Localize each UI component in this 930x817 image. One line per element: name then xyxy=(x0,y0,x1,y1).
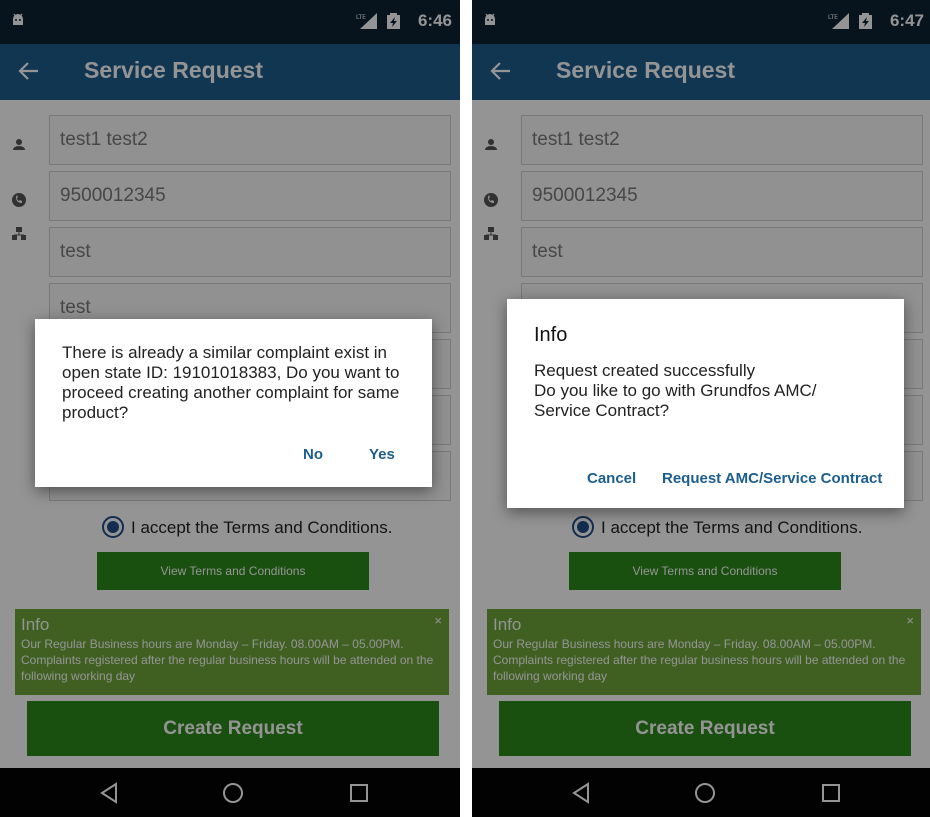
dialog-message-line2: Do you like to go with Grundfos AMC/ Ser… xyxy=(534,381,817,420)
no-button[interactable]: No xyxy=(303,446,323,463)
request-amc-button[interactable]: Request AMC/Service Contract xyxy=(662,470,882,487)
left-screen: LTE 6:46 Service Request test1 test2 950… xyxy=(0,0,460,817)
dialog-message-line1: Request created successfully xyxy=(534,361,756,380)
dialog-title: Info xyxy=(534,324,568,346)
right-screen: LTE 6:47 Service Request test1 test2 950… xyxy=(472,0,930,817)
yes-button[interactable]: Yes xyxy=(369,446,395,463)
info-dialog: Info Request created successfully Do you… xyxy=(507,299,904,508)
cancel-button[interactable]: Cancel xyxy=(587,470,636,487)
dialog-message: There is already a similar complaint exi… xyxy=(62,343,400,422)
duplicate-complaint-dialog: There is already a similar complaint exi… xyxy=(35,319,432,487)
